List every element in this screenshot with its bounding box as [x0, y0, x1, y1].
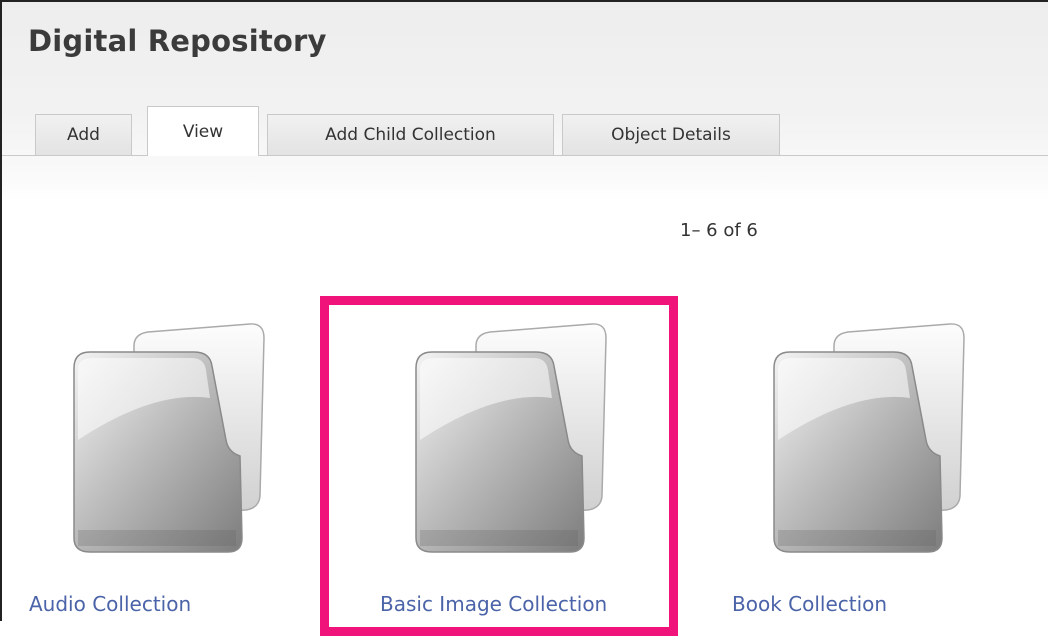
tab-object-details[interactable]: Object Details	[562, 114, 780, 155]
folder-icon[interactable]	[406, 320, 646, 560]
tab-add[interactable]: Add	[35, 114, 132, 155]
page-title: Digital Repository	[28, 24, 327, 58]
tab-add-child-collection[interactable]: Add Child Collection	[267, 114, 554, 155]
tab-view[interactable]: View	[147, 106, 259, 156]
folder-icon[interactable]	[64, 320, 304, 560]
repository-panel: Digital Repository Add View Add Child Co…	[0, 0, 1048, 636]
collection-link[interactable]: Audio Collection	[29, 592, 191, 616]
collection-link[interactable]: Basic Image Collection	[380, 592, 607, 616]
pager-summary: 1– 6 of 6	[680, 220, 758, 241]
folder-icon[interactable]	[764, 320, 1004, 560]
collection-item[interactable]: Audio Collection	[12, 320, 312, 623]
collection-item[interactable]: Book Collection	[704, 320, 1004, 623]
collection-item[interactable]: Basic Image Collection	[344, 320, 644, 623]
collection-link[interactable]: Book Collection	[732, 592, 887, 616]
